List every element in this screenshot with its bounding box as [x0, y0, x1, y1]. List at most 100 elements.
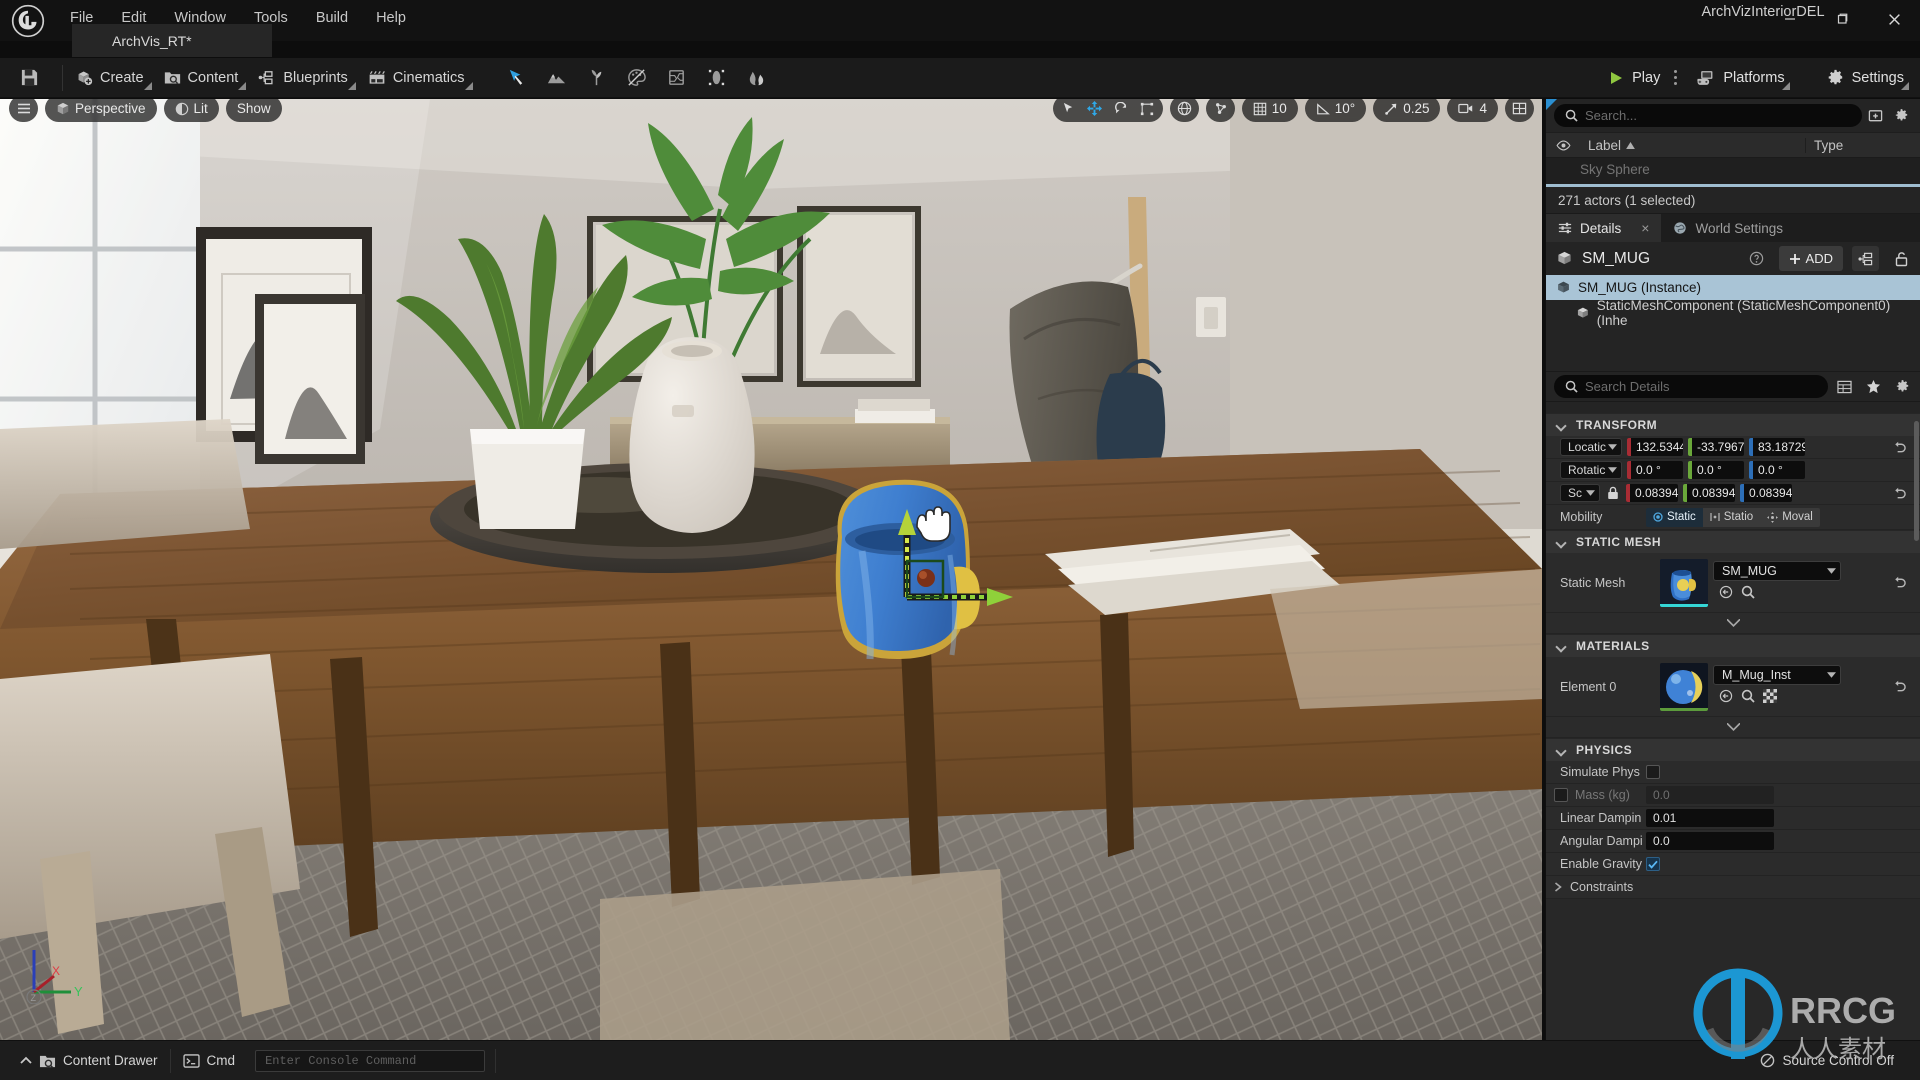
maximize-button[interactable]: [1816, 0, 1868, 38]
fracture-mode-icon[interactable]: [658, 62, 696, 94]
static-mesh-asset-combo[interactable]: SM_MUG: [1713, 561, 1841, 581]
material-reset-icon[interactable]: [1878, 680, 1920, 693]
add-folder-icon[interactable]: [1862, 103, 1888, 129]
settings-button[interactable]: Settings: [1819, 63, 1912, 93]
static-mesh-thumbnail[interactable]: [1660, 558, 1708, 607]
browse-to-asset-icon[interactable]: [1719, 585, 1733, 604]
mesh-paint-mode-icon[interactable]: [618, 62, 656, 94]
landscape-mode-icon[interactable]: [538, 62, 576, 94]
angle-snap-button[interactable]: 10°: [1304, 99, 1367, 122]
viewport-menu-icon[interactable]: [9, 99, 38, 122]
viewport-layout-icon[interactable]: [1505, 99, 1534, 122]
unreal-engine-logo-icon[interactable]: [0, 0, 56, 41]
play-options-icon[interactable]: [1668, 63, 1682, 93]
mass-override-checkbox[interactable]: [1554, 788, 1568, 802]
foliage-mode-icon[interactable]: [578, 62, 616, 94]
menu-build[interactable]: Build: [302, 5, 362, 31]
rotation-x-field[interactable]: 0.0 °: [1627, 461, 1683, 479]
rotation-type-combo[interactable]: Rotatic: [1560, 461, 1622, 479]
outliner-col-type[interactable]: Type: [1805, 137, 1920, 153]
enable-gravity-checkbox[interactable]: [1646, 857, 1660, 871]
location-z-field[interactable]: 83.18729: [1749, 438, 1805, 456]
outliner-col-label[interactable]: Label: [1580, 138, 1805, 153]
coordinate-system-icon[interactable]: [1169, 99, 1199, 122]
select-tool-icon[interactable]: [1056, 99, 1082, 120]
category-transform[interactable]: TRANSFORM: [1546, 413, 1920, 436]
scale-lock-icon[interactable]: [1605, 486, 1621, 500]
material-asset-combo[interactable]: M_Mug_Inst: [1713, 665, 1841, 685]
content-drawer-button[interactable]: Content Drawer: [8, 1046, 170, 1076]
location-y-field[interactable]: -33.7967: [1688, 438, 1744, 456]
select-mode-icon[interactable]: [498, 62, 536, 94]
rotate-tool-icon[interactable]: [1108, 99, 1134, 120]
unlock-icon[interactable]: [1888, 246, 1914, 272]
surface-snap-icon[interactable]: [1205, 99, 1235, 122]
columns-icon[interactable]: [1831, 374, 1857, 400]
move-tool-icon[interactable]: [1082, 99, 1108, 120]
outliner-list[interactable]: Sky Sphere: [1546, 158, 1920, 187]
rotation-z-field[interactable]: 0.0 °: [1749, 461, 1805, 479]
menu-help[interactable]: Help: [362, 5, 420, 31]
static-mesh-reset-icon[interactable]: [1878, 576, 1920, 589]
outliner-scrollbar[interactable]: [1546, 184, 1920, 187]
scale-type-combo[interactable]: Sc: [1560, 484, 1600, 502]
close-button[interactable]: [1868, 0, 1920, 38]
linear-damping-field[interactable]: 0.01: [1646, 809, 1774, 827]
grid-snap-button[interactable]: 10: [1241, 99, 1298, 122]
scale-snap-button[interactable]: 0.25: [1373, 99, 1441, 122]
add-component-button[interactable]: ADD: [1778, 246, 1843, 271]
material-thumbnail[interactable]: [1660, 662, 1708, 711]
tab-world-settings[interactable]: World Settings: [1661, 214, 1795, 242]
viewport-perspective-button[interactable]: Perspective: [45, 99, 157, 122]
rotation-y-field[interactable]: 0.0 °: [1688, 461, 1744, 479]
create-button[interactable]: Create: [67, 63, 155, 93]
simulate-physics-checkbox[interactable]: [1646, 765, 1660, 779]
close-icon[interactable]: ×: [1641, 220, 1649, 236]
blueprint-node-icon[interactable]: [1852, 246, 1879, 271]
play-button[interactable]: Play: [1600, 63, 1668, 93]
scale-z-field[interactable]: 0.083942: [1740, 484, 1792, 502]
details-gear-icon[interactable]: [1889, 374, 1915, 400]
cmd-button[interactable]: Cmd: [171, 1046, 248, 1076]
camera-speed-button[interactable]: 4: [1447, 99, 1498, 122]
static-mesh-expander[interactable]: [1546, 613, 1920, 634]
list-item[interactable]: Sky Sphere: [1546, 158, 1920, 180]
outliner-search-input[interactable]: Search...: [1554, 104, 1862, 127]
search-icon[interactable]: [1741, 585, 1755, 604]
mobility-movable-button[interactable]: Moval: [1760, 507, 1820, 527]
level-viewport[interactable]: Perspective Lit Show 10 10° 0.25 4 Y X Z: [0, 99, 1542, 1040]
content-button[interactable]: Content: [155, 63, 250, 93]
search-icon[interactable]: [1741, 689, 1755, 708]
property-row-constraints[interactable]: Constraints: [1546, 876, 1920, 899]
browse-to-asset-icon[interactable]: [1719, 689, 1733, 708]
scale-y-field[interactable]: 0.083943: [1683, 484, 1735, 502]
project-tab[interactable]: ArchVis_RT*: [72, 24, 272, 57]
category-static-mesh[interactable]: STATIC MESH: [1546, 530, 1920, 553]
star-icon[interactable]: [1860, 374, 1886, 400]
tab-details[interactable]: Details ×: [1546, 214, 1662, 242]
mass-field[interactable]: 0.0: [1646, 786, 1774, 804]
outliner-settings-gear-icon[interactable]: [1888, 103, 1914, 129]
console-command-input[interactable]: Enter Console Command: [255, 1049, 486, 1072]
details-search-input[interactable]: Search Details: [1554, 375, 1828, 398]
viewport-show-button[interactable]: Show: [225, 99, 282, 122]
help-circle-icon[interactable]: [1744, 246, 1770, 272]
eye-icon[interactable]: [1546, 140, 1580, 151]
platforms-button[interactable]: Platforms: [1688, 63, 1792, 93]
location-type-combo[interactable]: Locatic: [1560, 438, 1622, 456]
category-materials[interactable]: MATERIALS: [1546, 634, 1920, 657]
source-control-button[interactable]: Source Control Off: [1748, 1046, 1906, 1076]
details-scrollbar[interactable]: [1914, 421, 1919, 541]
save-icon[interactable]: [0, 58, 58, 98]
details-properties[interactable]: TRANSFORM Locatic 132.5344 -33.7967 83.1…: [1546, 413, 1920, 1040]
component-row-staticmesh[interactable]: StaticMeshComponent (StaticMeshComponent…: [1546, 298, 1920, 328]
mobility-static-button[interactable]: Static: [1646, 507, 1703, 527]
brush-edit-mode-icon[interactable]: [698, 62, 736, 94]
scale-x-field[interactable]: 0.083942: [1626, 484, 1678, 502]
animation-mode-icon[interactable]: [738, 62, 776, 94]
scale-tool-icon[interactable]: [1134, 99, 1160, 120]
angular-damping-field[interactable]: 0.0: [1646, 832, 1774, 850]
cinematics-button[interactable]: Cinematics: [359, 63, 476, 93]
blueprints-button[interactable]: Blueprints: [249, 63, 358, 93]
checker-swatch-icon[interactable]: [1763, 689, 1777, 708]
